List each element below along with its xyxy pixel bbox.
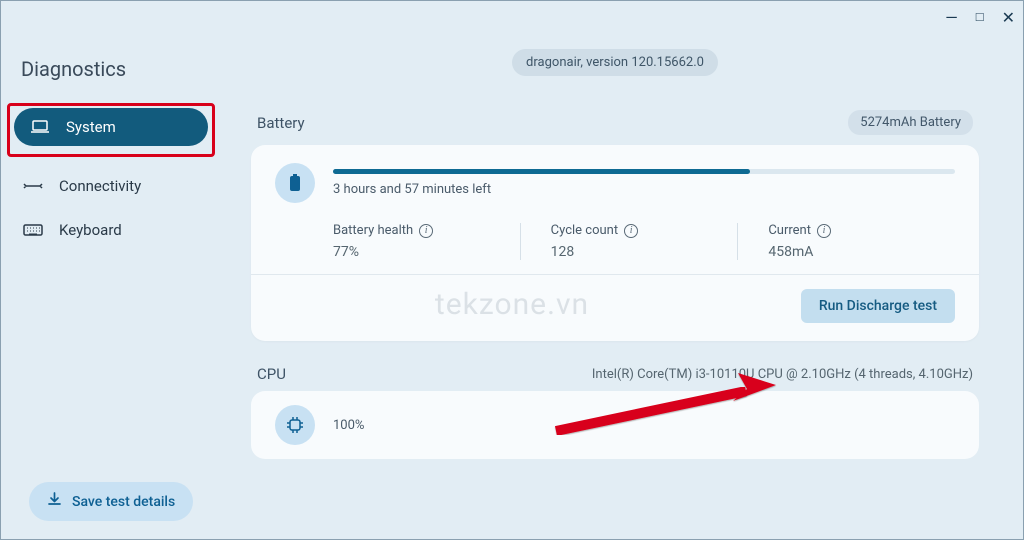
maximize-icon[interactable]: □ (976, 9, 984, 25)
sidebar-item-system[interactable]: System (14, 108, 208, 146)
app-title: Diagnostics (7, 51, 215, 103)
info-icon[interactable]: i (419, 224, 433, 238)
main-content: dragonair, version 120.15662.0 Battery 5… (221, 33, 1023, 539)
divider (251, 274, 979, 275)
save-test-details-button[interactable]: Save test details (29, 482, 193, 521)
sidebar-item-connectivity[interactable]: Connectivity (7, 167, 215, 205)
cpu-card: 100% (251, 391, 979, 459)
cycle-count-value: 128 (551, 244, 738, 260)
battery-progress (333, 169, 955, 174)
sidebar-item-keyboard[interactable]: Keyboard (7, 211, 215, 249)
laptop-icon (30, 119, 50, 135)
sidebar-item-label: Keyboard (59, 221, 122, 239)
cpu-usage-value: 100% (333, 418, 364, 433)
download-icon (47, 492, 62, 511)
sidebar: Diagnostics System Connectivity Keyboard (1, 33, 221, 539)
battery-icon (275, 163, 315, 203)
connectivity-icon (23, 178, 43, 194)
save-button-label: Save test details (72, 494, 175, 510)
sidebar-item-label: Connectivity (59, 177, 141, 195)
battery-card: 3 hours and 57 minutes left Battery heal… (251, 145, 979, 341)
battery-health-label: Battery health (333, 223, 413, 238)
sidebar-item-label: System (66, 118, 116, 136)
keyboard-icon (23, 222, 43, 238)
cpu-info: Intel(R) Core(TM) i3-10110U CPU @ 2.10GH… (592, 367, 973, 382)
cycle-count-label: Cycle count (551, 223, 618, 238)
battery-time-left: 3 hours and 57 minutes left (333, 182, 955, 197)
version-pill: dragonair, version 120.15662.0 (512, 49, 718, 76)
info-icon[interactable]: i (817, 224, 831, 238)
minimize-icon[interactable]: — (945, 8, 958, 27)
chip-icon (275, 405, 315, 445)
window-controls: — □ ✕ (1, 1, 1023, 33)
annotation-highlight: System (7, 103, 215, 157)
current-value: 458mA (768, 244, 955, 260)
cpu-section-title: CPU (257, 365, 286, 383)
info-icon[interactable]: i (624, 224, 638, 238)
battery-capacity-chip: 5274mAh Battery (848, 110, 973, 135)
current-label: Current (768, 223, 811, 238)
close-icon[interactable]: ✕ (1002, 8, 1015, 27)
battery-section-title: Battery (257, 114, 305, 132)
battery-health-value: 77% (333, 244, 520, 260)
run-discharge-test-button[interactable]: Run Discharge test (801, 289, 955, 323)
